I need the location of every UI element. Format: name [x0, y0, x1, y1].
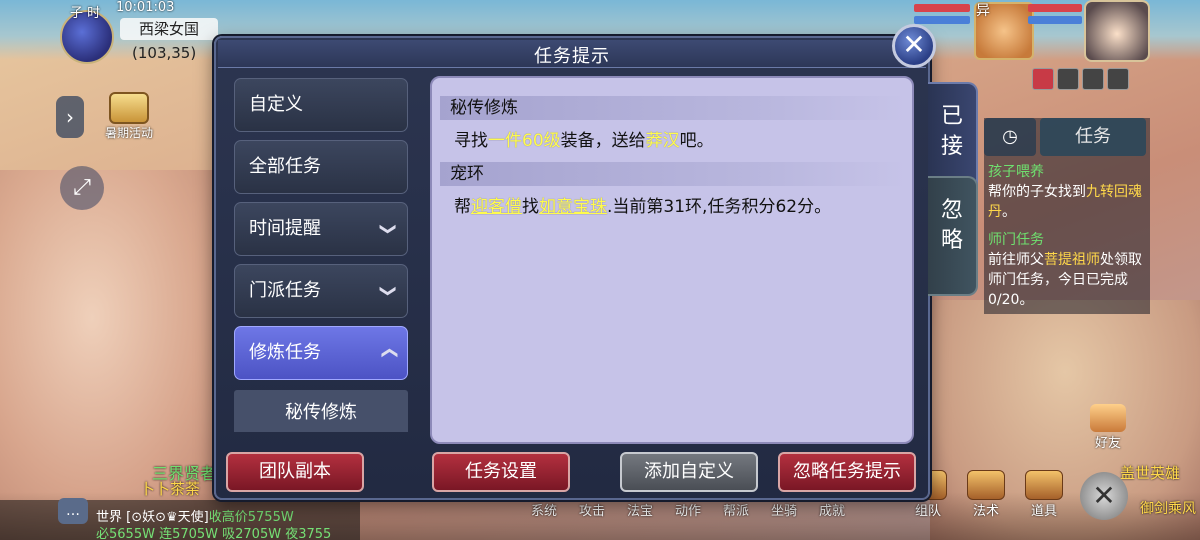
summer-event-button[interactable]: 暑期活动 [94, 92, 164, 141]
text-fragment: 找 [522, 197, 539, 217]
buff-icon[interactable] [1107, 68, 1129, 90]
text-fragment: .当前第31环,任务积分62分。 [607, 197, 832, 217]
category-label: 自定义 [249, 94, 303, 115]
category-label: 修炼任务 [249, 342, 321, 363]
tracker-list: 孩子喂养 帮你的子女找到九转回魂丹。 师门任务 前往师父菩提祖师处领取师门任务，… [988, 162, 1148, 310]
pet-mp-bar [914, 16, 970, 24]
text-fragment: 帮 [454, 197, 471, 217]
player-portrait[interactable] [1084, 0, 1150, 62]
handshake-icon [1090, 404, 1126, 432]
menu-guild[interactable]: 帮派 [712, 500, 760, 519]
menu-treasure[interactable]: 法宝 [616, 500, 664, 519]
section-title: 秘传修炼 [440, 96, 906, 120]
tracker-item-text: 帮你的子女找到 [988, 184, 1086, 200]
item-highlight: 一件60级 [488, 131, 561, 151]
tracker-header: ◷ 任务 [984, 118, 1146, 156]
text-fragment: 装备，送给 [560, 131, 646, 151]
scroll-icon [109, 92, 149, 124]
skill-button[interactable]: 法术 [962, 470, 1010, 519]
pet-hp-bar [914, 4, 970, 12]
menu-mount[interactable]: 坐骑 [760, 500, 808, 519]
buff-icon[interactable] [1057, 68, 1079, 90]
player-name: 御剑乘风 [1140, 501, 1196, 517]
team-dungeon-button[interactable]: 团队副本 [226, 452, 364, 492]
tracker-item[interactable]: 孩子喂养 帮你的子女找到九转回魂丹。 [988, 162, 1148, 222]
items-button[interactable]: 道具 [1020, 470, 1068, 519]
skill-label: 法术 [972, 504, 999, 519]
menu-system[interactable]: 系统 [520, 500, 568, 519]
player-mp-bar [1028, 16, 1082, 24]
menu-achievement[interactable]: 成就 [808, 500, 856, 519]
map-coords: (103,35) [132, 44, 197, 62]
quest-hint-dialog: 任务提示 ✕ 自定义 全部任务 时间提醒 ❯ 门派任务 ❯ 修炼任务 ❯ 秘传修… [214, 24, 978, 500]
text-fragment: 吧。 [679, 131, 714, 151]
map-name[interactable]: 西梁女国 [120, 18, 218, 40]
subcategory-secret-cultivation[interactable]: 秘传修炼 [234, 390, 408, 432]
category-time-reminder[interactable]: 时间提醒 ❯ [234, 202, 408, 256]
category-sect[interactable]: 门派任务 ❯ [234, 264, 408, 318]
quest-settings-button[interactable]: 任务设置 [432, 452, 570, 492]
collapse-menu-button[interactable]: ✕ [1080, 472, 1128, 520]
tracker-item-text: 。 [1002, 204, 1016, 220]
tab-accepted-label: 已 接 [940, 104, 963, 159]
add-custom-button[interactable]: 添加自定义 [620, 452, 758, 492]
dialog-titlebar: 任务提示 [218, 40, 926, 68]
section-text: 寻找一件60级装备，送给莽汉吧。 [454, 126, 714, 151]
tracker-item-text: 前往师父 [988, 252, 1044, 268]
tracker-item-title: 孩子喂养 [988, 164, 1044, 180]
minimap-panel[interactable]: 子 时 10:01:03 西梁女国 (103,35) [54, 0, 224, 64]
tab-ignored[interactable]: 忽 略 [928, 176, 978, 296]
game-time-label: 子 时 [70, 6, 101, 21]
timer-icon[interactable]: ◷ [984, 118, 1036, 156]
section-text: 帮迎客僧找如意宝珠.当前第31环,任务积分62分。 [454, 192, 831, 217]
summer-event-label: 暑期活动 [104, 126, 153, 140]
tracker-tab-quest[interactable]: 任务 [1040, 118, 1146, 156]
category-label: 全部任务 [249, 156, 321, 177]
buff-icons [1032, 68, 1129, 90]
tab-ignored-label: 忽 略 [940, 198, 963, 253]
fullscreen-icon[interactable]: ⤢ [60, 166, 104, 210]
heart-icon[interactable] [1032, 68, 1054, 90]
category-cultivation[interactable]: 修炼任务 ❯ [234, 326, 408, 380]
bell-icon [967, 470, 1005, 500]
expand-left-panel-button[interactable]: › [56, 96, 84, 138]
category-custom[interactable]: 自定义 [234, 78, 408, 132]
close-icon[interactable]: ✕ [892, 24, 936, 68]
npc-link[interactable]: 莽汉 [646, 131, 680, 151]
category-all[interactable]: 全部任务 [234, 140, 408, 194]
friends-label: 好友 [1094, 436, 1121, 451]
items-label: 道具 [1030, 504, 1057, 519]
quest-detail-panel: 秘传修炼 寻找一件60级装备，送给莽汉吧。 宠环 帮迎客僧找如意宝珠.当前第31… [430, 76, 914, 444]
clock-label: 10:01:03 [116, 0, 175, 15]
item-link[interactable]: 如意宝珠 [539, 197, 607, 217]
category-label: 门派任务 [249, 280, 321, 301]
text-fragment: 寻找 [454, 131, 488, 151]
dialog-title: 任务提示 [534, 46, 610, 67]
bag-icon [1025, 470, 1063, 500]
menu-attack[interactable]: 攻击 [568, 500, 616, 519]
tracker-item[interactable]: 师门任务 前往师父菩提祖师处领取师门任务，今日已完成0/20。 [988, 230, 1148, 310]
bottom-menu: 系统 攻击 法宝 动作 帮派 坐骑 成就 [520, 500, 856, 519]
chevron-down-icon: ❯ [379, 284, 399, 298]
menu-action[interactable]: 动作 [664, 500, 712, 519]
chevron-down-icon: ❯ [379, 222, 399, 236]
category-label: 时间提醒 [249, 218, 321, 239]
tracker-item-title: 师门任务 [988, 232, 1044, 248]
chevron-up-icon: ❯ [378, 346, 398, 360]
section-title: 宠环 [440, 162, 906, 186]
player-hp-bar [1028, 4, 1082, 12]
npc-link[interactable]: 迎客僧 [471, 197, 522, 217]
chat-icon[interactable]: … [58, 498, 88, 524]
buff-icon[interactable] [1082, 68, 1104, 90]
quest-category-list[interactable]: 自定义 全部任务 时间提醒 ❯ 门派任务 ❯ 修炼任务 ❯ 秘传修炼 [234, 78, 408, 432]
ignore-hint-button[interactable]: 忽略任务提示 [778, 452, 916, 492]
npc-title: 卜卜茶荼 [140, 480, 201, 498]
team-label: 组队 [914, 504, 941, 519]
tracker-item-target[interactable]: 菩提祖师 [1044, 252, 1100, 268]
player-title: 盖世英雄 [1120, 464, 1181, 482]
player-tag: 异 [976, 3, 990, 19]
friends-button[interactable]: 好友 [1086, 404, 1130, 451]
chat-message: 必5655W 连5705W 吸2705W 夜3755 [96, 527, 332, 540]
